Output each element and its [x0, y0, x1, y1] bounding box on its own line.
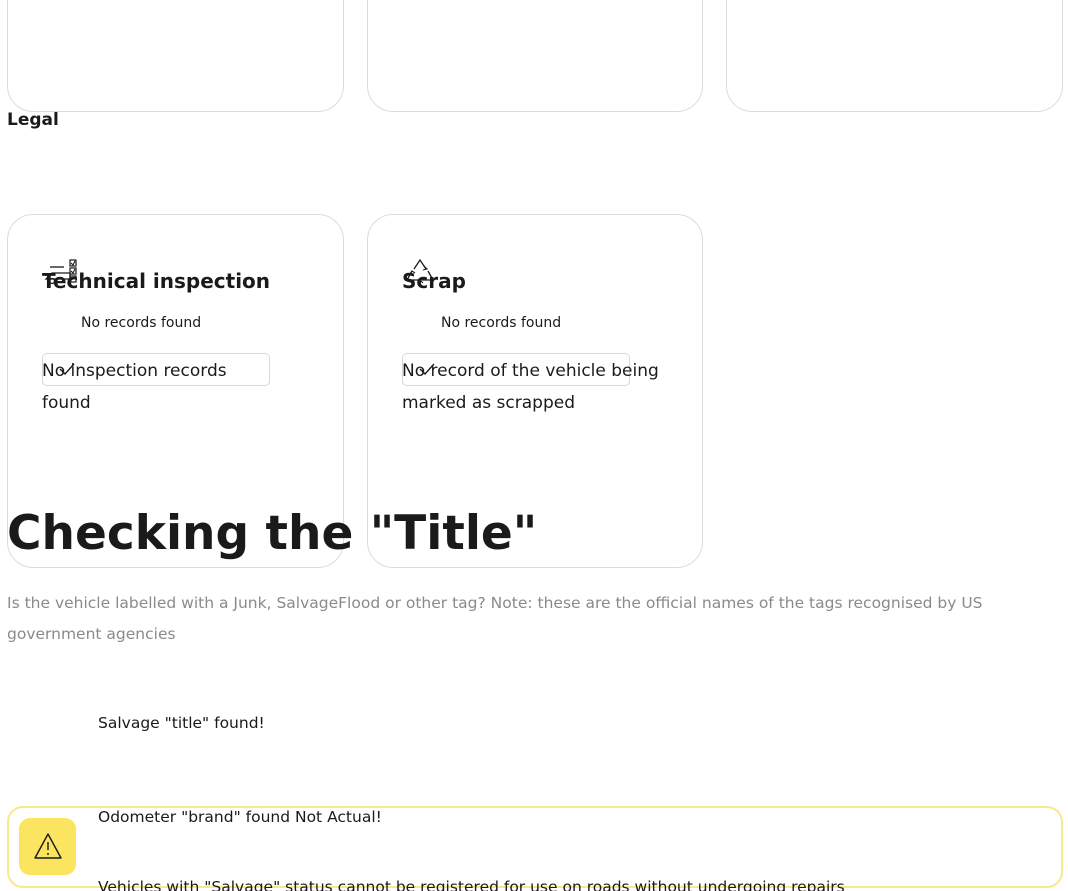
card-status: No records found — [441, 315, 562, 331]
page: agreement rental Legal Technical inspect… — [0, 0, 1068, 891]
warning-icon — [34, 833, 62, 859]
rental-card[interactable]: rental — [367, 0, 703, 112]
card-description: No inspection records found — [42, 361, 227, 413]
card-description: No record of the vehicle being marked as… — [402, 361, 659, 413]
card-status: No records found — [81, 315, 202, 331]
section-subtitle: Is the vehicle labelled with a Junk, Sal… — [7, 594, 983, 643]
alert-icon-badge — [19, 818, 76, 875]
rental-agreement-card[interactable]: agreement — [7, 0, 344, 112]
page-title: Checking the "Title" — [7, 506, 538, 561]
card-title: Technical inspection — [42, 269, 271, 293]
salvage-title-status: Salvage "title" found! — [98, 714, 265, 732]
section-label-legal: Legal — [7, 110, 59, 130]
salvage-warning-text: Vehicles with "Salvage" status cannot be… — [98, 878, 845, 891]
empty-card[interactable] — [726, 0, 1063, 112]
odometer-alert-text: Odometer "brand" found Not Actual! — [98, 808, 382, 826]
card-title: Scrap — [402, 269, 466, 293]
